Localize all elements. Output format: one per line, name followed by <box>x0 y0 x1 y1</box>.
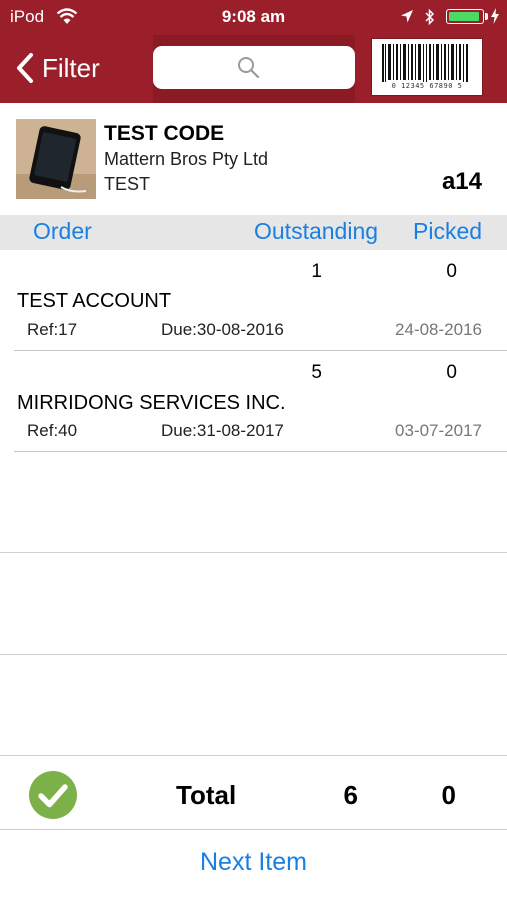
row-date: 24-08-2016 <box>395 320 482 339</box>
back-button[interactable]: Filter <box>12 50 100 86</box>
phone-photo-icon <box>16 119 96 199</box>
battery-nub <box>485 13 488 20</box>
row-due: Due:30-08-2016 <box>161 320 284 339</box>
status-bar: iPod 9:08 am <box>0 0 507 34</box>
search-icon <box>238 57 260 79</box>
product-description: TEST <box>104 174 151 194</box>
row-account: MIRRIDONG SERVICES INC. <box>17 392 286 414</box>
total-picked: 0 <box>441 780 456 810</box>
battery-level <box>449 12 480 21</box>
row-divider <box>0 755 507 756</box>
battery-icon <box>446 9 484 24</box>
product-supplier: Mattern Bros Pty Ltd <box>104 149 269 169</box>
next-item-button[interactable]: Next Item <box>0 848 507 877</box>
total-label: Total <box>176 780 237 810</box>
table-row[interactable]: 5 0 MIRRIDONG SERVICES INC. Ref:40 Due:3… <box>0 351 507 452</box>
row-divider <box>0 654 507 655</box>
row-divider <box>14 451 507 452</box>
product-location: a14 <box>441 168 482 195</box>
chevron-left-icon <box>17 53 33 83</box>
product-image <box>16 119 96 199</box>
row-ref: Ref:40 <box>27 421 78 440</box>
column-header-order[interactable]: Order <box>33 218 92 245</box>
charging-bolt-icon <box>491 8 499 24</box>
table-row[interactable]: 1 0 TEST ACCOUNT Ref:17 Due:30-08-2016 2… <box>0 250 507 351</box>
row-outstanding: 5 <box>311 362 322 383</box>
row-ref: Ref:17 <box>27 320 78 339</box>
total-outstanding: 6 <box>343 780 358 810</box>
row-picked: 0 <box>446 362 457 383</box>
bluetooth-icon <box>425 8 435 26</box>
location-arrow-icon <box>401 10 413 23</box>
column-header-outstanding[interactable]: Outstanding <box>254 218 378 245</box>
column-header-picked[interactable]: Picked <box>413 218 482 245</box>
row-date: 03-07-2017 <box>395 421 482 440</box>
back-button-label: Filter <box>42 52 100 83</box>
confirm-check-button[interactable] <box>29 771 77 819</box>
barcode-number: 0 12345 67890 5 <box>391 82 463 90</box>
checkmark-icon <box>38 784 68 808</box>
row-account: TEST ACCOUNT <box>17 290 172 312</box>
row-due: Due:31-08-2017 <box>161 421 284 440</box>
product-name: TEST CODE <box>104 122 225 145</box>
footer-divider <box>0 829 507 830</box>
row-picked: 0 <box>446 261 457 282</box>
row-divider <box>0 552 507 553</box>
row-outstanding: 1 <box>311 261 322 282</box>
